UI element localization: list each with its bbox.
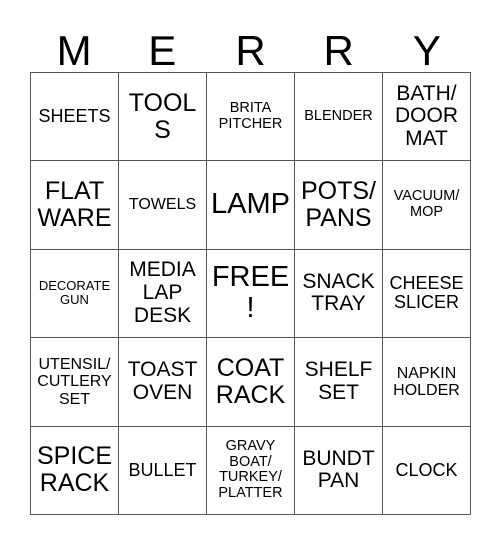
bingo-cell-r1-c3[interactable]: POTS/ PANS [295,161,383,250]
bingo-cell-label: DECORATE GUN [38,278,111,308]
bingo-cell-label: BRITA PITCHER [218,100,283,132]
bingo-cell-r3-c3[interactable]: SHELF SET [295,338,383,427]
bingo-cell-label: COAT RACK [215,353,286,409]
bingo-cell-label: TOOLS [128,88,197,144]
bingo-cell-label: VACUUM/ MOP [393,188,460,221]
bingo-cell-r0-c2[interactable]: BRITA PITCHER [207,73,295,162]
bingo-cell-r0-c0[interactable]: SHEETS [31,73,119,162]
bingo-card: M E R R Y SHEETS TOOLS BRITA PITCHER BLENDER BAT… [0,0,500,544]
bingo-cell-r1-c1[interactable]: TOWELS [119,161,207,250]
bingo-cell-label: BUNDT PAN [302,446,375,493]
bingo-grid: SHEETS TOOLS BRITA PITCHER BLENDER BATH/ DOO… [30,72,471,515]
bingo-cell-r0-c4[interactable]: BATH/ DOOR MAT [383,73,471,162]
bingo-cell-r1-c2[interactable]: LAMP [207,161,295,250]
bingo-cell-label: FREE! [211,261,290,325]
bingo-cell-r4-c2[interactable]: GRAVY BOAT/ TURKEY/ PLATTER [207,426,295,515]
bingo-cell-label: POTS/ PANS [300,177,376,233]
bingo-cell-r2-c4[interactable]: CHEESE SLICER [383,249,471,339]
bingo-cell-label: LAMP [211,188,290,221]
bingo-cell-label: TOAST OVEN [127,358,198,404]
bingo-header-letter-3: R [323,27,354,74]
bingo-cell-r0-c3[interactable]: BLENDER [295,73,383,162]
bingo-cell-label: SNACK TRAY [302,269,375,316]
bingo-cell-label: TOWELS [128,196,197,214]
bingo-header-letter-0: M [56,27,92,74]
bingo-cell-label: MEDIA LAP DESK [129,258,196,327]
bingo-cell-label: BLENDER [304,107,373,124]
bingo-cell-r3-c4[interactable]: NAPKIN HOLDER [383,338,471,427]
bingo-cell-r3-c1[interactable]: TOAST OVEN [119,338,207,427]
bingo-header-letter-1: E [148,27,177,74]
bingo-cell-r4-c4[interactable]: CLOCK [383,426,471,515]
bingo-cell-label: GRAVY BOAT/ TURKEY/ PLATTER [218,437,283,501]
bingo-cell-r4-c1[interactable]: BULLET [119,426,207,515]
bingo-cell-r4-c3[interactable]: BUNDT PAN [295,426,383,515]
bingo-cell-label: CHEESE SLICER [389,273,464,313]
bingo-cell-r1-c0[interactable]: FLAT WARE [31,161,119,250]
bingo-cell-label: UTENSIL/ CUTLERY SET [37,355,112,408]
bingo-cell-r2-c1[interactable]: MEDIA LAP DESK [119,249,207,339]
bingo-cell-label: BATH/ DOOR MAT [395,81,458,151]
bingo-cell-label: NAPKIN HOLDER [393,364,460,399]
bingo-cell-label: SHELF SET [304,358,373,404]
bingo-cell-label: CLOCK [395,459,458,480]
bingo-cell-label: SPICE RACK [36,442,113,498]
bingo-cell-label: SHEETS [38,105,111,126]
bingo-header-letters: MERRY [30,14,471,72]
bingo-cell-r0-c1[interactable]: TOOLS [119,73,207,162]
bingo-cell-r2-c0[interactable]: DECORATE GUN [31,249,119,339]
bingo-cell-r3-c2[interactable]: COAT RACK [207,338,295,427]
bingo-cell-r1-c4[interactable]: VACUUM/ MOP [383,161,471,250]
bingo-cell-label: FLAT WARE [37,177,112,233]
bingo-cell-r4-c0[interactable]: SPICE RACK [31,426,119,515]
bingo-cell-label: BULLET [128,459,197,480]
bingo-header-letter-2: R [235,27,266,74]
bingo-cell-r2-c3[interactable]: SNACK TRAY [295,249,383,339]
bingo-cell-r3-c0[interactable]: UTENSIL/ CUTLERY SET [31,338,119,427]
bingo-header-letter-4: Y [412,27,441,74]
bingo-cell-r2-c2[interactable]: FREE! [207,249,295,339]
